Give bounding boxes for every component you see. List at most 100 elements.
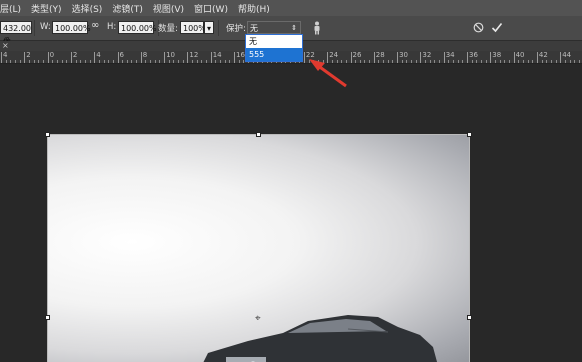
ruler-tick (462, 60, 464, 63)
menu-select[interactable]: 选择(S) (66, 2, 107, 15)
link-icon[interactable]: ∞ (91, 20, 99, 31)
ruler-label: 2 (26, 51, 31, 59)
ruler-tick (508, 60, 510, 63)
ruler-tick (406, 60, 408, 63)
transform-handle[interactable] (256, 132, 261, 137)
ruler-tick (341, 60, 343, 63)
transform-handle[interactable] (467, 315, 472, 320)
transform-handle[interactable] (45, 132, 50, 137)
menu-bar: 层(L) 类型(Y) 选择(S) 滤镜(T) 视图(V) 窗口(W) 帮助(H) (0, 0, 582, 16)
transform-handle[interactable] (45, 315, 50, 320)
ruler-tick (131, 60, 133, 63)
ruler-tick (378, 60, 380, 63)
ruler-tick (136, 60, 138, 63)
ruler-label: 24 (329, 51, 339, 59)
ruler-tick (401, 60, 403, 63)
x-position-field[interactable]: 432.00 像 (0, 21, 32, 46)
ruler-tick (476, 60, 478, 63)
menu-help[interactable]: 帮助(H) (232, 2, 274, 15)
tab-close-button[interactable]: × (2, 41, 9, 50)
ruler-tick (504, 60, 506, 63)
document-image[interactable]: ⌖ (47, 134, 470, 362)
menu-layer[interactable]: 层(L) (0, 2, 25, 15)
ruler-label: 32 (422, 51, 432, 59)
menu-view[interactable]: 视图(V) (147, 2, 188, 15)
cancel-icon[interactable] (473, 22, 484, 33)
ruler-tick (140, 52, 142, 63)
ruler-tick (439, 60, 441, 63)
ruler-tick (499, 60, 501, 63)
ruler-tick (518, 60, 520, 63)
ruler-label: 16 (236, 51, 245, 59)
ruler-tick (411, 60, 413, 63)
ruler-tick (42, 60, 44, 63)
puppet-warp-icon[interactable] (312, 21, 322, 35)
ruler-tick (336, 60, 338, 63)
ruler-tick (112, 60, 114, 63)
ruler-tick (168, 60, 170, 63)
ruler-tick (522, 60, 524, 63)
ruler-tick (224, 60, 226, 63)
ruler-tick (201, 60, 203, 63)
ruler-tick (33, 60, 35, 63)
ruler-tick (569, 60, 571, 63)
ruler-tick (350, 52, 352, 63)
ruler-tick (536, 52, 538, 63)
height-field[interactable]: 100.00% (118, 21, 157, 34)
ruler-tick (182, 60, 184, 63)
ruler-tick (159, 60, 161, 63)
protect-dropdown-list[interactable]: 无 555 (245, 34, 303, 62)
ruler-tick (443, 52, 445, 63)
ruler-tick (303, 52, 305, 63)
ruler-label: 14 (212, 51, 222, 59)
ruler-tick (555, 60, 557, 63)
amount-field[interactable]: 100% (180, 21, 206, 34)
ruler-tick (206, 60, 208, 63)
ruler-tick (70, 52, 72, 63)
ruler-tick (541, 60, 543, 63)
ruler-tick (80, 60, 82, 63)
ruler-label: 0 (49, 51, 55, 59)
ruler-tick (75, 60, 77, 63)
ruler-tick (66, 60, 68, 63)
ruler-tick (313, 60, 315, 63)
dropdown-option-none[interactable]: 无 (246, 35, 302, 48)
ruler-tick (383, 60, 385, 63)
ruler-tick (355, 60, 357, 63)
dropdown-option-555[interactable]: 555 (246, 48, 302, 61)
ruler-tick (196, 60, 198, 63)
menu-window[interactable]: 窗口(W) (188, 2, 232, 15)
ruler-tick (364, 60, 366, 63)
reference-point-icon[interactable]: ⌖ (255, 314, 261, 324)
canvas-area[interactable]: ⌖ (0, 64, 582, 362)
ruler-tick (331, 60, 333, 63)
ruler-tick (317, 60, 319, 63)
ruler-label: 36 (469, 51, 478, 59)
width-field[interactable]: 100.00% (52, 21, 91, 34)
ruler-tick (448, 60, 450, 63)
ruler-tick (322, 60, 324, 63)
ruler-tick (387, 60, 389, 63)
ruler-tick (453, 60, 455, 63)
ruler-tick (187, 52, 189, 63)
ruler-tick (215, 60, 217, 63)
ruler-label: 22 (305, 51, 315, 59)
ruler-tick (150, 60, 152, 63)
width-label: W: (40, 22, 51, 32)
menu-filter[interactable]: 滤镜(T) (106, 2, 147, 15)
protect-select[interactable]: 无 ⇕ (247, 21, 301, 34)
ruler-label: 40 (515, 51, 525, 59)
ruler-tick (429, 60, 431, 63)
transform-handle[interactable] (467, 132, 472, 137)
ruler-tick (234, 52, 235, 63)
ruler-label: 10 (166, 51, 176, 59)
ruler-tick (56, 60, 58, 63)
commit-checkmark-icon[interactable] (491, 22, 503, 33)
ruler-tick (122, 60, 124, 63)
ruler-tick (1, 52, 2, 63)
ruler-tick (425, 60, 427, 63)
menu-type[interactable]: 类型(Y) (25, 2, 66, 15)
ruler-tick (467, 52, 468, 63)
amount-dropdown-button[interactable]: ▾ (204, 21, 214, 34)
ruler-label: 6 (119, 51, 124, 59)
